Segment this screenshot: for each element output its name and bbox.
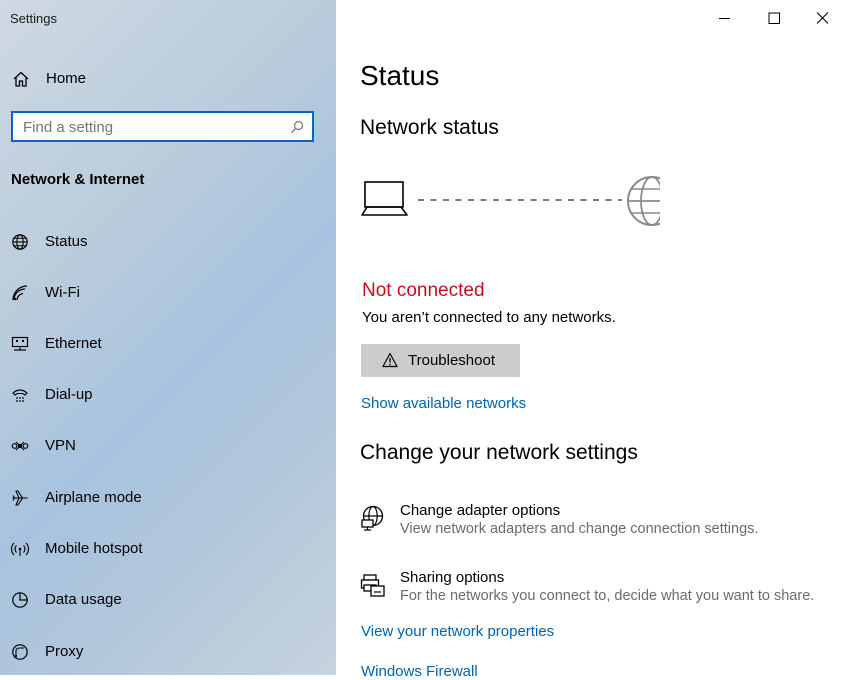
airplane-icon (12, 490, 28, 506)
maximize-button[interactable] (754, 6, 794, 30)
proxy-icon (12, 644, 28, 660)
view-network-properties-link[interactable]: View your network properties (361, 623, 554, 640)
sharing-options[interactable]: Sharing options For the networks you con… (360, 569, 840, 613)
sidebar-item-label: Wi-Fi (45, 284, 80, 301)
section-title: Network & Internet (11, 171, 145, 188)
sidebar-item-label: Ethernet (45, 335, 102, 352)
search-box[interactable] (11, 111, 314, 142)
sidebar-item-status[interactable]: Status (0, 222, 336, 262)
sidebar-item-vpn[interactable]: VPN (0, 426, 336, 466)
sidebar-item-label: Dial-up (45, 386, 93, 403)
main-pane: Status Network status Not connected You … (336, 0, 850, 680)
windows-firewall-link[interactable]: Windows Firewall (361, 663, 478, 680)
change-adapter-options[interactable]: Change adapter options View network adap… (360, 502, 840, 546)
troubleshoot-label: Troubleshoot (408, 352, 495, 369)
option-description: For the networks you connect to, decide … (400, 588, 815, 604)
adapter-icon (361, 505, 384, 531)
troubleshoot-button[interactable]: Troubleshoot (361, 344, 520, 377)
sidebar-item-dialup[interactable]: Dial-up (0, 375, 336, 415)
sidebar-item-label: Airplane mode (45, 489, 142, 506)
network-diagram (361, 176, 660, 226)
home-icon (13, 71, 29, 87)
option-description: View network adapters and change connect… (400, 521, 759, 537)
close-button[interactable] (802, 6, 842, 30)
globe-icon (12, 234, 28, 250)
sharing-icon (360, 574, 385, 597)
sidebar-item-proxy[interactable]: Proxy (0, 632, 336, 672)
vpn-icon (11, 441, 29, 451)
option-title: Sharing options (400, 569, 505, 586)
sidebar-item-wifi[interactable]: Wi-Fi (0, 273, 336, 313)
sidebar: Settings Home Network & Internet Status (0, 0, 336, 675)
window-title: Settings (10, 11, 57, 26)
search-input[interactable] (23, 116, 283, 138)
data-usage-icon (12, 592, 28, 608)
hotspot-icon (11, 542, 29, 556)
warning-icon (382, 352, 398, 368)
home-nav-item[interactable]: Home (0, 62, 336, 96)
show-available-networks-link[interactable]: Show available networks (361, 395, 526, 412)
home-label: Home (46, 70, 87, 87)
sidebar-item-label: VPN (45, 437, 76, 454)
dialup-icon (12, 389, 28, 402)
sidebar-item-label: Proxy (45, 643, 84, 660)
minimize-button[interactable] (704, 6, 744, 30)
sidebar-item-label: Data usage (45, 591, 122, 608)
sidebar-item-label: Status (45, 233, 88, 250)
page-title: Status (360, 60, 440, 91)
connection-description: You aren’t connected to any networks. (362, 309, 616, 326)
ethernet-icon (11, 336, 29, 351)
sidebar-item-ethernet[interactable]: Ethernet (0, 324, 336, 364)
sidebar-item-label: Mobile hotspot (45, 540, 143, 557)
internet-globe-icon (627, 176, 660, 226)
sidebar-item-data-usage[interactable]: Data usage (0, 580, 336, 620)
sidebar-item-airplane-mode[interactable]: Airplane mode (0, 478, 336, 518)
network-status-heading: Network status (360, 116, 499, 139)
laptop-icon (361, 181, 408, 216)
sidebar-item-mobile-hotspot[interactable]: Mobile hotspot (0, 529, 336, 569)
search-icon[interactable] (290, 120, 304, 134)
option-title: Change adapter options (400, 502, 561, 519)
wifi-icon (12, 285, 28, 301)
connection-status: Not connected (362, 280, 485, 301)
change-settings-heading: Change your network settings (360, 441, 638, 464)
